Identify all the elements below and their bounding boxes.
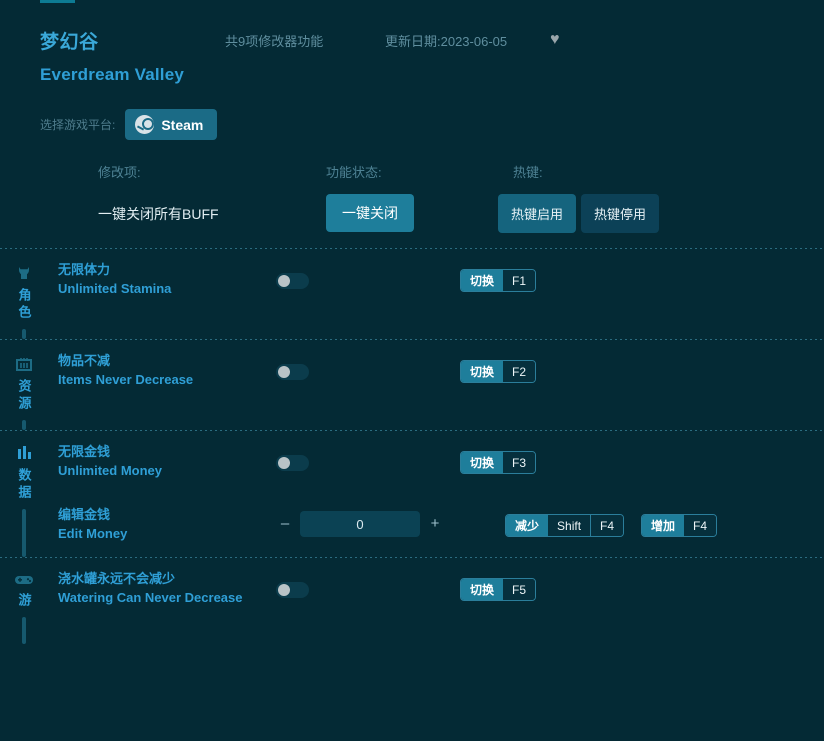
category-data-label: 数据 [16, 468, 32, 502]
row-name-en: Unlimited Stamina [58, 280, 172, 296]
toggle-knob [278, 457, 290, 469]
category-game: 游 [0, 558, 48, 644]
section-game: 游 浇水罐永远不会减少 Watering Can Never Decrease … [0, 558, 824, 644]
rows-game: 浇水罐永远不会减少 Watering Can Never Decrease 切换… [48, 558, 824, 644]
hotkey-key-label: F3 [503, 452, 536, 473]
header: 梦幻谷 共9项修改器功能 更新日期:2023-06-05 ♥ Everdream… [0, 0, 824, 248]
hotkey-key-label: F1 [503, 270, 536, 291]
category-resource-tail [22, 420, 26, 430]
edit-money-input[interactable] [300, 511, 420, 537]
hotkey-chip-decrease[interactable]: 减少 Shift F4 [505, 514, 625, 537]
hotkey-chip-f1[interactable]: 切换 F1 [460, 269, 537, 292]
increment-button[interactable]: + [426, 515, 444, 533]
row-name-cn: 物品不减 [58, 353, 111, 368]
onekey-label: 一键关闭所有BUFF [98, 206, 219, 222]
row-name-cn: 无限体力 [58, 262, 111, 277]
hotkey-action-label: 减少 [506, 515, 549, 536]
rows-character: 无限体力 Unlimited Stamina 切换 F1 [48, 249, 824, 339]
column-header-hotkey: 热键: [513, 165, 543, 180]
category-game-tail [22, 617, 26, 644]
row-name-cn: 浇水罐永远不会减少 [58, 571, 176, 586]
row-name-en: Unlimited Money [58, 462, 163, 478]
toggle-items-never-decrease[interactable] [276, 364, 309, 380]
row-labels: 编辑金钱 Edit Money [58, 506, 127, 544]
page-subtitle: Everdream Valley [40, 65, 185, 84]
heart-icon[interactable]: ♥ [550, 32, 560, 48]
feature-count-label: 共9项修改器功能 [225, 33, 324, 49]
table-row: 物品不减 Items Never Decrease 切换 F2 [48, 340, 824, 430]
column-headers: 修改项: 功能状态: 热键: [40, 162, 824, 192]
onekey-row: 一键关闭所有BUFF 一键关闭 热键启用 热键停用 [40, 192, 824, 248]
row-name-en: Watering Can Never Decrease [58, 589, 243, 605]
toggle-watering-can[interactable] [276, 582, 309, 598]
row-labels: 无限体力 Unlimited Stamina [58, 261, 171, 299]
table-row: 浇水罐永远不会减少 Watering Can Never Decrease 切换… [48, 558, 824, 644]
character-icon [14, 263, 34, 283]
category-game-label: 游 [16, 593, 32, 610]
hotkey-action-label: 切换 [461, 270, 504, 291]
hotkey-action-label: 切换 [461, 361, 504, 382]
row-name-cn: 编辑金钱 [58, 507, 111, 522]
table-row: 无限体力 Unlimited Stamina 切换 F1 [48, 249, 824, 339]
hotkey-action-label: 切换 [461, 452, 504, 473]
category-character: 角色 [0, 249, 48, 339]
category-resource-label: 资源 [16, 379, 32, 413]
trainer-window: 梦幻谷 共9项修改器功能 更新日期:2023-06-05 ♥ Everdream… [0, 0, 824, 741]
table-row: 编辑金钱 Edit Money – + 减少 Shift F4 增加 F4 [48, 494, 824, 557]
hotkey-modifier-label: Shift [548, 515, 591, 536]
platform-row: 选择游戏平台: Steam [40, 109, 824, 140]
chart-icon [14, 445, 34, 463]
hotkey-action-label: 增加 [642, 515, 685, 536]
table-row: 无限金钱 Unlimited Money 切换 F3 [48, 431, 824, 494]
column-header-option: 修改项: [98, 165, 141, 180]
hotkey-key-label: F4 [590, 515, 624, 536]
toggle-knob [278, 366, 290, 378]
platform-label: 选择游戏平台: [40, 118, 116, 132]
column-header-status: 功能状态: [326, 165, 382, 180]
rows-resource: 物品不减 Items Never Decrease 切换 F2 [48, 340, 824, 430]
hotkey-chip-f3[interactable]: 切换 F3 [460, 451, 537, 474]
edit-money-stepper: – + [276, 511, 444, 537]
row-name-en: Items Never Decrease [58, 371, 194, 387]
decrement-button[interactable]: – [276, 515, 294, 533]
rows-data: 无限金钱 Unlimited Money 切换 F3 编辑金钱 Edit Mon… [48, 431, 824, 557]
category-data-tail [22, 509, 26, 557]
hotkey-chip-f5[interactable]: 切换 F5 [460, 578, 537, 601]
section-resource: 资源 物品不减 Items Never Decrease 切换 F2 [0, 340, 824, 430]
category-data: 数据 [0, 431, 48, 557]
row-labels: 物品不减 Items Never Decrease [58, 352, 193, 390]
hotkey-key-label: F4 [684, 515, 717, 536]
hotkey-key-label: F2 [503, 361, 536, 382]
hotkey-action-label: 切换 [461, 579, 504, 600]
row-labels: 浇水罐永远不会减少 Watering Can Never Decrease [58, 570, 243, 608]
hotkey-chip-f2[interactable]: 切换 F2 [460, 360, 537, 383]
onekey-disable-button[interactable]: 一键关闭 [326, 194, 414, 232]
toggle-unlimited-stamina[interactable] [276, 273, 309, 289]
hotkey-key-label: F5 [503, 579, 536, 600]
hotkey-chip-increase[interactable]: 增加 F4 [641, 514, 718, 537]
basket-icon [14, 354, 34, 374]
section-character: 角色 无限体力 Unlimited Stamina 切换 F1 [0, 249, 824, 339]
category-resource: 资源 [0, 340, 48, 430]
page-title: 梦幻谷 [40, 31, 99, 53]
hotkey-enable-button[interactable]: 热键启用 [498, 194, 577, 233]
section-data: 数据 无限金钱 Unlimited Money 切换 F3 编辑金钱 Edit … [0, 431, 824, 557]
update-date-label: 更新日期:2023-06-05 [385, 33, 508, 49]
platform-steam-button[interactable]: Steam [125, 109, 218, 140]
title-row: 梦幻谷 共9项修改器功能 更新日期:2023-06-05 ♥ [40, 26, 824, 54]
row-name-cn: 无限金钱 [58, 444, 111, 459]
category-character-label: 角色 [16, 288, 32, 322]
row-name-en: Edit Money [58, 525, 128, 541]
toggle-knob [278, 584, 290, 596]
toggle-knob [278, 275, 290, 287]
row-labels: 无限金钱 Unlimited Money [58, 443, 162, 481]
gamepad-icon [13, 572, 35, 588]
platform-steam-label: Steam [161, 116, 204, 133]
steam-icon [135, 115, 155, 134]
toggle-unlimited-money[interactable] [276, 455, 309, 471]
category-character-tail [22, 329, 26, 339]
hotkey-disable-button[interactable]: 热键停用 [581, 194, 660, 233]
